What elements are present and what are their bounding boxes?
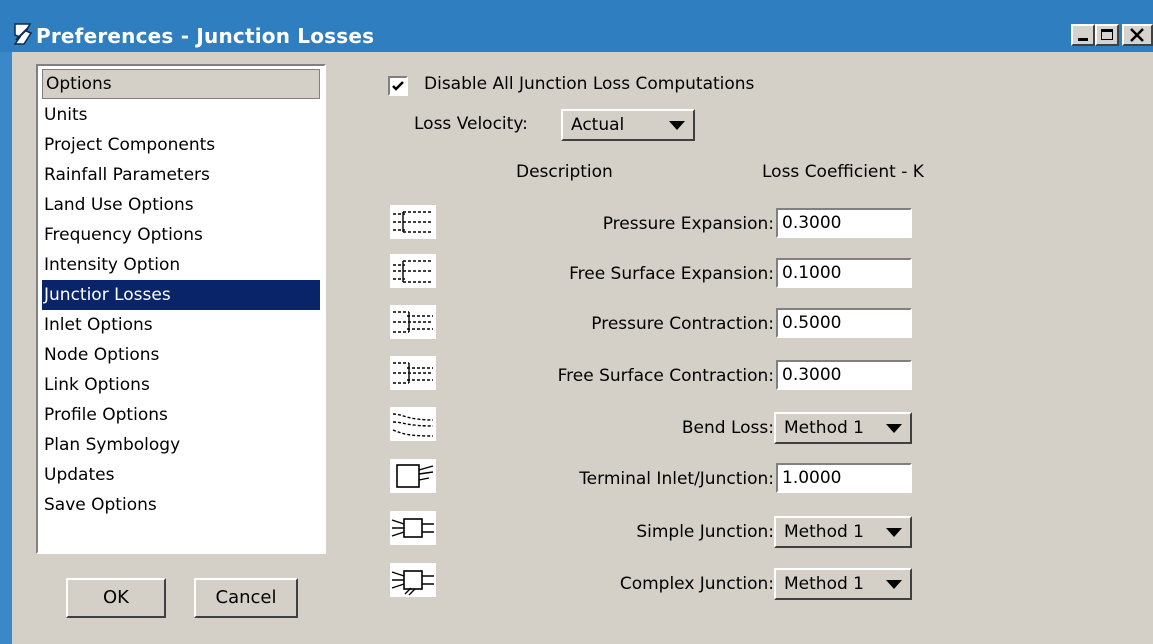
bend-loss-value: Method 1 (784, 418, 864, 438)
options-item-profile-options[interactable]: Profile Options (42, 400, 320, 430)
maximize-button[interactable] (1095, 24, 1119, 46)
simple-junction-icon (390, 511, 436, 545)
cancel-button[interactable]: Cancel (194, 578, 298, 618)
dropdown-arrow-icon (886, 528, 902, 537)
dialog-client-area: Options Units Project Components Rainfal… (12, 52, 1153, 644)
loss-velocity-value: Actual (571, 115, 625, 135)
loss-velocity-dropdown[interactable]: Actual (561, 109, 695, 141)
disable-all-label: Disable All Junction Loss Computations (424, 74, 755, 94)
simple-junction-label: Simple Junction: (636, 522, 774, 542)
complex-junction-value: Method 1 (784, 574, 864, 594)
dropdown-arrow-icon (669, 121, 685, 130)
dropdown-arrow-icon (886, 424, 902, 433)
options-item-node-options[interactable]: Node Options (42, 340, 320, 370)
pressure-expansion-icon (390, 205, 436, 239)
simple-junction-value: Method 1 (784, 522, 864, 542)
complex-junction-icon (390, 563, 436, 597)
checkmark-icon (392, 81, 404, 91)
free-surface-contraction-label: Free Surface Contraction: (557, 366, 774, 386)
free-surface-contraction-icon (390, 356, 436, 390)
preferences-window: Preferences - Junction Losses Options Un… (0, 0, 1153, 644)
pressure-contraction-label: Pressure Contraction: (591, 314, 774, 334)
options-item-intensity-option[interactable]: Intensity Option (42, 250, 320, 280)
options-item-rainfall-parameters[interactable]: Rainfall Parameters (42, 160, 320, 190)
options-item-save-options[interactable]: Save Options (42, 490, 320, 520)
pressure-contraction-input[interactable]: 0.5000 (776, 308, 912, 338)
free-surface-contraction-input[interactable]: 0.3000 (776, 360, 912, 390)
options-item-land-use-options[interactable]: Land Use Options (42, 190, 320, 220)
bend-loss-icon (390, 407, 436, 441)
complex-junction-label: Complex Junction: (619, 574, 774, 594)
options-item-plan-symbology[interactable]: Plan Symbology (42, 430, 320, 460)
ok-button[interactable]: OK (66, 578, 166, 618)
options-list: Units Project Components Rainfall Parame… (42, 100, 320, 520)
options-item-updates[interactable]: Updates (42, 460, 320, 490)
minimize-icon (1078, 38, 1088, 41)
options-list-panel: Options Units Project Components Rainfal… (36, 64, 326, 554)
app-logo-icon (13, 23, 33, 45)
coefficient-column-header: Loss Coefficient - K (762, 162, 924, 182)
pressure-expansion-input[interactable]: 0.3000 (776, 208, 912, 238)
free-surface-expansion-label: Free Surface Expansion: (569, 264, 774, 284)
pressure-contraction-icon (390, 305, 436, 339)
options-item-units[interactable]: Units (42, 100, 320, 130)
maximize-icon (1101, 29, 1113, 40)
pressure-expansion-label: Pressure Expansion: (602, 214, 774, 234)
terminal-inlet-icon (390, 459, 436, 493)
bend-loss-label: Bend Loss: (681, 418, 774, 438)
free-surface-expansion-input[interactable]: 0.1000 (776, 258, 912, 288)
options-item-link-options[interactable]: Link Options (42, 370, 320, 400)
disable-all-checkbox[interactable] (388, 76, 408, 96)
terminal-inlet-input[interactable]: 1.0000 (776, 463, 912, 493)
dropdown-arrow-icon (886, 580, 902, 589)
complex-junction-dropdown[interactable]: Method 1 (774, 568, 912, 600)
options-header: Options (42, 69, 320, 99)
bend-loss-dropdown[interactable]: Method 1 (774, 412, 912, 444)
options-item-inlet-options[interactable]: Inlet Options (42, 310, 320, 340)
close-icon (1130, 28, 1144, 42)
options-item-junction-losses[interactable]: Junctior Losses (42, 280, 320, 310)
options-item-project-components[interactable]: Project Components (42, 130, 320, 160)
title-bar[interactable]: Preferences - Junction Losses (0, 0, 1153, 52)
options-item-frequency-options[interactable]: Frequency Options (42, 220, 320, 250)
simple-junction-dropdown[interactable]: Method 1 (774, 516, 912, 548)
close-button[interactable] (1122, 24, 1153, 46)
minimize-button[interactable] (1071, 24, 1095, 46)
description-column-header: Description (516, 162, 613, 182)
terminal-inlet-label: Terminal Inlet/Junction: (579, 469, 774, 489)
window-title: Preferences - Junction Losses (36, 24, 375, 48)
loss-velocity-label: Loss Velocity: (414, 114, 528, 134)
free-surface-expansion-icon (390, 254, 436, 288)
